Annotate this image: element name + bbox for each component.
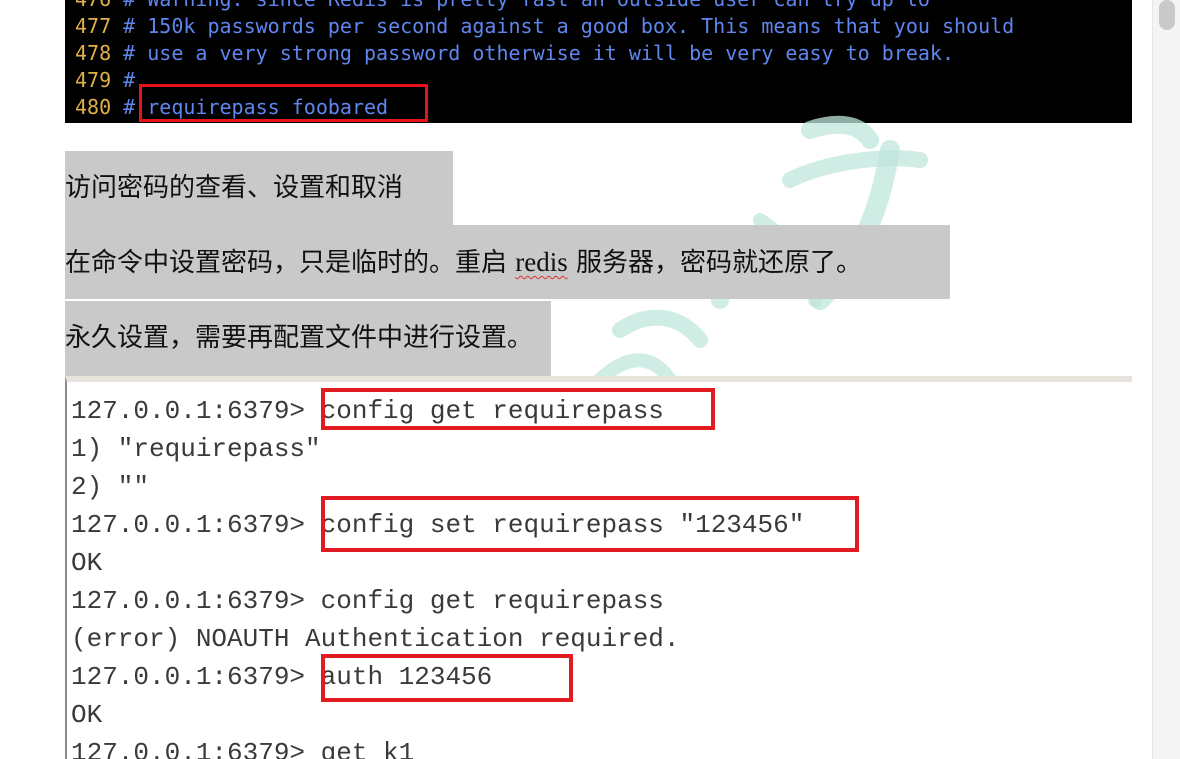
auth-highlight-box	[321, 654, 573, 702]
spellcheck-word-redis: redis	[515, 247, 568, 277]
console-line: 127.0.0.1:6379> config get requirepass	[71, 586, 664, 616]
paragraph-text: 永久设置，需要再配置文件中进行设置。	[65, 323, 534, 353]
console-line: 2) ""	[71, 472, 150, 502]
document-content: 476 # Warning: since Redis is pretty fas…	[0, 0, 1152, 759]
terminal-line: 476 # Warning: since Redis is pretty fas…	[75, 0, 930, 13]
terminal-line: 477 # 150k passwords per second against …	[75, 14, 1015, 38]
terminal-screenshot: 476 # Warning: since Redis is pretty fas…	[65, 0, 1132, 123]
scrollbar-thumb[interactable]	[1159, 0, 1175, 30]
paragraph-temporary-password: 在命令中设置密码，只是临时的。重启 redis 服务器，密码就还原了。	[65, 225, 950, 299]
terminal-line: 479 #	[75, 68, 136, 92]
requirepass-highlight-box	[139, 84, 428, 122]
paragraph-text: 访问密码的查看、设置和取消	[65, 173, 404, 203]
config-get-highlight-box	[321, 388, 715, 430]
paragraph-text: 服务器，密码就还原了。	[567, 248, 863, 278]
console-line: OK	[71, 548, 103, 578]
console-line: (error) NOAUTH Authentication required.	[71, 624, 680, 654]
vertical-scrollbar[interactable]	[1152, 0, 1180, 759]
console-line: 1) "requirepass"	[71, 434, 321, 464]
console-line: OK	[71, 700, 103, 730]
config-set-highlight-box	[321, 496, 859, 552]
paragraph-permanent-password: 永久设置，需要再配置文件中进行设置。	[65, 301, 551, 376]
paragraph-text: 在命令中设置密码，只是临时的。重启	[65, 248, 516, 278]
terminal-line: 478 # use a very strong password otherwi…	[75, 41, 955, 65]
console-line: 127.0.0.1:6379> get k1	[71, 738, 415, 759]
redis-console-screenshot: 127.0.0.1:6379> config get requirepass 1…	[65, 376, 1132, 759]
paragraph-password-overview: 访问密码的查看、设置和取消	[65, 151, 453, 225]
